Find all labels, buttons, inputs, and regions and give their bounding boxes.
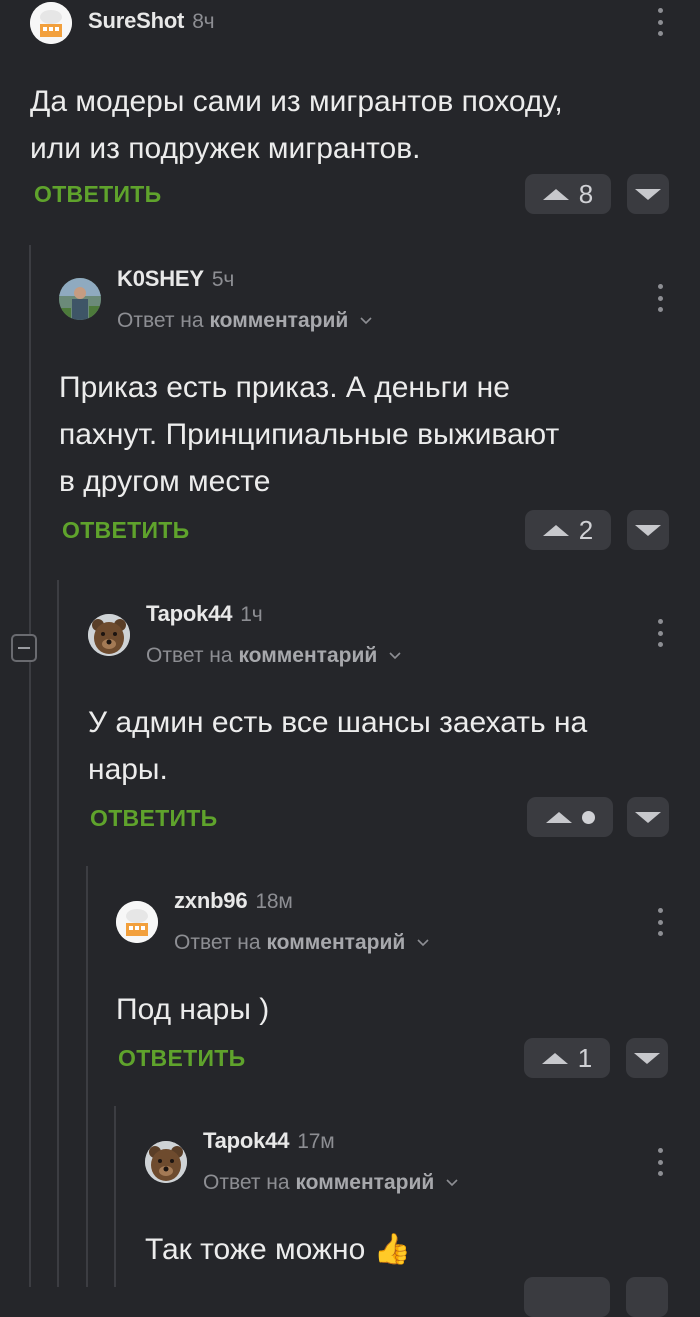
username[interactable]: Tapok44 17м: [203, 1128, 335, 1154]
reply-button[interactable]: ОТВЕТИТЬ: [118, 1045, 245, 1072]
username-text: Tapok44: [203, 1128, 290, 1153]
reply-button[interactable]: ОТВЕТИТЬ: [62, 517, 189, 544]
arrow-up-icon: [542, 524, 569, 536]
more-options-icon[interactable]: [657, 8, 663, 36]
chef-hat-icon: [30, 2, 72, 44]
reply-to-target: комментарий: [266, 931, 406, 954]
comment-text: Так тоже можно 👍: [145, 1226, 411, 1273]
avatar[interactable]: [88, 614, 130, 656]
upvote-button[interactable]: [524, 1277, 610, 1317]
username-text: zxnb96: [174, 888, 248, 913]
reply-to-prefix: Ответ на: [117, 309, 204, 332]
comment-text-line: Приказ есть приказ. А деньги не: [59, 371, 510, 404]
comment-text-line: Под нары ): [116, 993, 270, 1026]
reply-to-target: комментарий: [209, 309, 349, 332]
arrow-up-icon: [541, 1052, 568, 1064]
chevron-down-icon: [389, 652, 401, 660]
arrow-down-icon: [635, 524, 661, 536]
reply-button[interactable]: ОТВЕТИТЬ: [90, 805, 217, 832]
arrow-down-icon: [635, 188, 661, 200]
comment: zxnb96 18м Ответ на комментарий Под нары …: [116, 888, 700, 1092]
rating-score: 1: [577, 1042, 593, 1073]
comment-text-line: Так тоже можно 👍: [145, 1233, 411, 1266]
more-options-icon[interactable]: [657, 1148, 663, 1176]
username[interactable]: K0SHEY 5ч: [117, 266, 234, 292]
avatar[interactable]: [30, 2, 72, 44]
photo-avatar-icon: [59, 278, 101, 320]
comment-time: 8ч: [192, 10, 215, 33]
upvote-button[interactable]: [527, 797, 613, 837]
reply-to-link[interactable]: Ответ на комментарий: [146, 644, 401, 668]
comment-time: 17м: [297, 1130, 335, 1153]
downvote-button[interactable]: [627, 510, 669, 550]
downvote-button[interactable]: [627, 797, 669, 837]
comment-time: 5ч: [211, 268, 235, 291]
comment: SureShot 8ч Да модеры сами из мигрантов п…: [30, 0, 700, 230]
more-options-icon[interactable]: [657, 284, 663, 312]
username[interactable]: SureShot 8ч: [88, 8, 215, 34]
chevron-down-icon: [446, 1179, 458, 1187]
username[interactable]: Tapok44 1ч: [146, 601, 263, 627]
reply-to-target: комментарий: [295, 1171, 435, 1194]
bear-avatar-icon: [88, 614, 130, 656]
upvote-button[interactable]: 8: [525, 174, 611, 214]
downvote-button[interactable]: [627, 174, 669, 214]
avatar[interactable]: [145, 1141, 187, 1183]
bear-avatar-icon: [145, 1141, 187, 1183]
rating-hidden-dot: [581, 810, 595, 824]
reply-to-link[interactable]: Ответ на комментарий: [117, 309, 372, 333]
thread-line-level-1: [29, 245, 31, 1287]
comment-text: Под нары ): [116, 986, 269, 1033]
comment-text-line: Да модеры сами из мигрантов походу,: [30, 85, 563, 118]
thread-line-level-2: [57, 580, 59, 1287]
rating-score: 2: [578, 514, 594, 545]
arrow-up-icon: [542, 188, 569, 200]
reply-to-link[interactable]: Ответ на комментарий: [174, 931, 429, 955]
comment-time: 1ч: [240, 603, 263, 626]
comment-text-line: нары.: [88, 753, 168, 786]
more-options-icon[interactable]: [657, 908, 663, 936]
upvote-button[interactable]: 2: [525, 510, 611, 550]
comment: K0SHEY 5ч Ответ на комментарий Приказ ест…: [59, 266, 700, 560]
upvote-button[interactable]: 1: [524, 1038, 610, 1078]
downvote-button[interactable]: [626, 1277, 668, 1317]
reply-to-link[interactable]: Ответ на комментарий: [203, 1171, 458, 1195]
rating-score: 8: [578, 178, 594, 209]
comment: Tapok44 17м Ответ на комментарий Так тоже…: [145, 1128, 700, 1317]
avatar[interactable]: [116, 901, 158, 943]
arrow-down-icon: [635, 811, 661, 823]
avatar[interactable]: [59, 278, 101, 320]
comment-text: У админ есть все шансы заехать на нары.: [88, 699, 587, 793]
comment-text-line: в другом месте: [59, 465, 271, 498]
arrow-down-icon: [634, 1052, 660, 1064]
reply-to-prefix: Ответ на: [203, 1171, 290, 1194]
reply-button[interactable]: ОТВЕТИТЬ: [34, 181, 161, 208]
chef-hat-icon: [116, 901, 158, 943]
reply-to-prefix: Ответ на: [146, 644, 233, 667]
comment-text-line: или из подружек мигрантов.: [30, 132, 421, 165]
chevron-down-icon: [417, 939, 429, 947]
reply-to-target: комментарий: [238, 644, 378, 667]
thread-line-level-3: [86, 866, 88, 1287]
comment-text-line: пахнут. Принципиальные выживают: [59, 418, 560, 451]
chevron-down-icon: [360, 317, 372, 325]
username[interactable]: zxnb96 18м: [174, 888, 293, 914]
thread-line-level-4: [114, 1106, 116, 1287]
arrow-up-icon: [545, 811, 572, 823]
comment: Tapok44 1ч Ответ на комментарий У админ е…: [88, 601, 700, 845]
comment-text: Приказ есть приказ. А деньги не пахнут. …: [59, 364, 559, 505]
collapse-thread-button[interactable]: [11, 634, 37, 662]
more-options-icon[interactable]: [657, 619, 663, 647]
reply-to-prefix: Ответ на: [174, 931, 261, 954]
minus-icon: [18, 647, 30, 649]
comment-text: Да модеры сами из мигрантов походу, или …: [30, 78, 563, 172]
downvote-button[interactable]: [626, 1038, 668, 1078]
comment-time: 18м: [255, 890, 293, 913]
username-text: SureShot: [88, 8, 185, 33]
username-text: Tapok44: [146, 601, 233, 626]
comment-text-line: У админ есть все шансы заехать на: [88, 706, 588, 739]
username-text: K0SHEY: [117, 266, 204, 291]
